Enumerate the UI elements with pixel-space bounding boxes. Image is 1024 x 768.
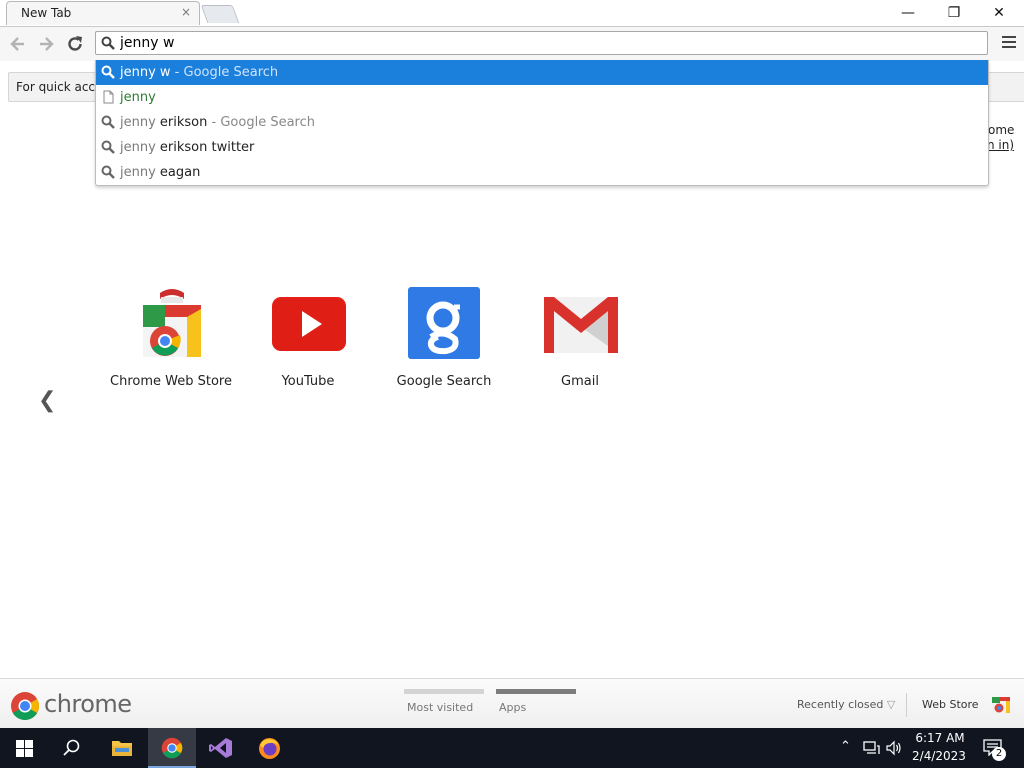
youtube-icon [272,297,346,351]
taskbar-visual-studio[interactable] [197,728,245,768]
signin-promo-text: ome [988,123,1015,137]
tab-title: New Tab [21,6,72,20]
suggestion-item[interactable]: jenny eagan [96,160,988,185]
chevron-down-icon: ▽ [886,698,896,711]
reload-icon[interactable] [65,34,85,54]
suggestion-item[interactable]: jenny [96,85,988,110]
signin-link[interactable]: n in) [987,138,1014,152]
prev-page-arrow[interactable]: ❮ [38,388,56,413]
menu-icon[interactable] [1002,36,1016,51]
suggestion-url: jenny [120,90,156,105]
tab-strip: New Tab × — ❐ ✕ [0,0,1024,26]
network-icon[interactable] [863,741,880,755]
visual-studio-icon [209,738,232,758]
suggestion-typed: jenny [120,165,156,180]
omnibox-suggestions: jenny w - Google Search jenny jenny erik… [95,60,989,186]
tile-label: Google Search [396,374,492,389]
restore-button[interactable]: ❐ [931,2,977,24]
suggestion-text: erikson [155,115,208,130]
suggestion-suffix: - Google Search [207,115,315,130]
chrome-logo-icon [161,737,183,759]
omnibox[interactable] [95,31,988,55]
tile-gmail[interactable]: Gmail [510,285,650,395]
pager-apps[interactable]: Apps [499,701,526,714]
windows-taskbar: ⌃ 6:17 AM 2/4/2023 2 [0,728,1024,768]
suggestion-item[interactable]: jenny erikson twitter [96,135,988,160]
windows-start-icon[interactable] [16,740,33,757]
new-tab-button[interactable] [200,5,240,23]
tile-google-search[interactable]: Google Search [374,285,514,395]
clock-time[interactable]: 6:17 AM [912,731,968,745]
notification-count-badge: 2 [992,747,1006,761]
taskbar-file-explorer[interactable] [98,728,146,768]
web-store-link[interactable]: Web Store [922,698,979,711]
taskbar-firefox[interactable] [246,728,294,768]
pager-bar-apps[interactable] [496,689,576,694]
chevron-up-icon[interactable]: ⌃ [840,739,851,754]
clock-date[interactable]: 2/4/2023 [906,749,972,763]
search-icon [101,65,115,79]
tile-label: Gmail [561,374,599,389]
tile-chrome-web-store[interactable]: Chrome Web Store [101,285,241,395]
taskbar-chrome[interactable] [148,728,196,768]
search-icon [101,140,115,154]
recently-closed-menu[interactable]: Recently closed ▽ [797,698,895,711]
footer-divider [906,693,907,717]
search-icon [101,115,115,129]
gmail-icon [544,296,618,353]
forward-arrow-icon[interactable] [36,34,56,54]
omnibox-input[interactable] [120,34,980,52]
toolbar [0,26,1024,61]
search-icon[interactable] [63,739,81,757]
suggestion-item[interactable]: jenny w - Google Search [96,60,988,85]
suggestion-text: erikson twitter [155,140,255,155]
minimize-button[interactable]: — [885,2,931,24]
pager-most-visited[interactable]: Most visited [407,701,473,714]
close-window-button[interactable]: ✕ [976,2,1022,24]
suggestion-suffix: - Google Search [170,65,279,80]
volume-icon[interactable] [886,740,902,756]
chrome-wordmark: chrome [44,690,132,718]
recently-closed-label: Recently closed [797,698,884,711]
folder-icon [112,741,132,756]
search-icon [101,165,115,179]
suggestion-typed: jenny [120,115,156,130]
suggestion-item[interactable]: jenny erikson - Google Search [96,110,988,135]
chrome-logo-icon [11,692,39,720]
tile-label: Chrome Web Store [110,374,232,389]
suggestion-text: eagan [155,165,201,180]
tile-youtube[interactable]: YouTube [238,285,378,395]
ntp-footer: chrome Most visited Apps Recently closed… [0,678,1024,729]
search-icon [101,36,115,50]
suggestion-text: jenny w [120,65,171,80]
web-store-icon[interactable] [990,692,1012,714]
chrome-web-store-icon [143,289,201,357]
google-search-icon [408,287,480,359]
tab-close-icon[interactable]: × [181,5,191,19]
firefox-icon [259,738,280,759]
pager-bar-most-visited[interactable] [404,689,484,694]
suggestion-typed: jenny [120,140,156,155]
tile-label: YouTube [281,374,335,389]
back-arrow-icon[interactable] [8,34,28,54]
tab-new-tab[interactable]: New Tab × [6,1,200,25]
page-icon [103,90,114,104]
